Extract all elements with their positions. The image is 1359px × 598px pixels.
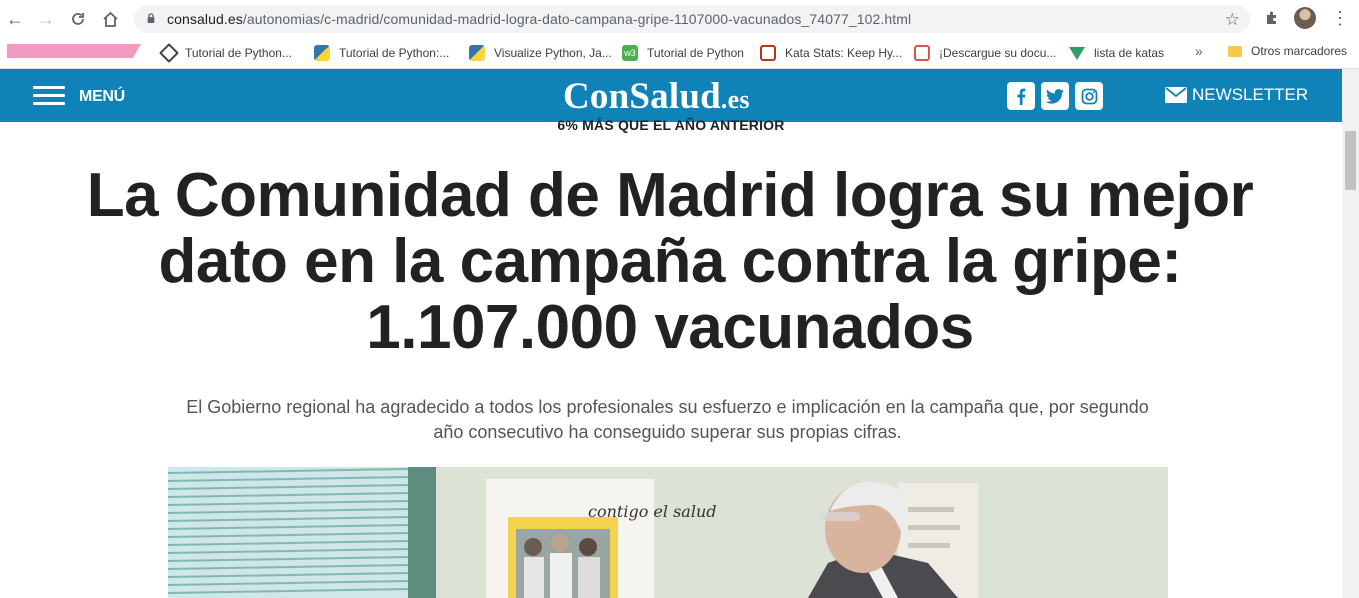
menu-button[interactable]: MENÚ (79, 88, 125, 106)
url-host: consalud.es (167, 11, 243, 27)
bookmark-item[interactable]: lista de katas (1069, 44, 1164, 62)
article-subtitle: El Gobierno regional ha agradecido a tod… (186, 397, 1149, 442)
bookmark-label: Tutorial de Python (647, 46, 744, 60)
python-icon (314, 45, 330, 61)
more-bookmarks-chevron[interactable]: » (1195, 43, 1203, 59)
forward-icon[interactable]: → (35, 8, 57, 30)
site-header: MENÚ ConSalud.es NEWSLETTER (0, 69, 1342, 122)
codewars-icon (760, 45, 776, 61)
scrollbar-thumb[interactable] (1345, 131, 1356, 190)
address-bar[interactable]: consalud.es/autonomias/c-madrid/comunida… (134, 5, 1250, 33)
bookmarks-bar: Tutorial de Python... Tutorial de Python… (0, 38, 1359, 69)
bookmark-item[interactable]: Visualize Python, Ja... (469, 44, 612, 62)
envelope-icon (1165, 87, 1187, 103)
profile-avatar[interactable] (1294, 7, 1316, 29)
bookmark-item[interactable]: Kata Stats: Keep Hy... (760, 44, 902, 62)
instagram-icon[interactable] (1075, 82, 1103, 110)
other-bookmarks-label: Otros marcadores (1251, 44, 1348, 58)
bookmark-star-icon[interactable]: ☆ (1225, 10, 1240, 30)
python-icon (469, 45, 485, 61)
folder-icon (1228, 45, 1242, 57)
reload-icon[interactable] (67, 8, 89, 30)
logo-suffix: .es (720, 85, 750, 114)
extensions-puzzle-icon[interactable] (1264, 10, 1280, 26)
bookmark-label: Visualize Python, Ja... (494, 46, 612, 60)
logo-main: ConSalud (563, 76, 721, 117)
browser-menu-icon[interactable]: ⋮ (1331, 8, 1349, 28)
pdf-icon (914, 45, 930, 61)
back-icon[interactable]: ← (4, 8, 26, 30)
facebook-icon[interactable] (1007, 82, 1035, 110)
lock-icon (147, 13, 155, 23)
article-kicker: 6% MÁS QUE EL AÑO ANTERIOR (557, 117, 785, 133)
newsletter-button[interactable]: NEWSLETTER (1165, 85, 1308, 105)
bookmark-pink-tab[interactable] (7, 44, 141, 58)
article-hero-image: contigo el salud (168, 467, 1168, 598)
other-bookmarks[interactable]: Otros marcadores (1228, 44, 1347, 58)
article-headline: La Comunidad de Madrid logra su mejor da… (86, 161, 1254, 362)
vue-icon (1069, 46, 1085, 60)
newsletter-label: NEWSLETTER (1192, 85, 1309, 104)
bookmark-item[interactable]: Tutorial de Python... (159, 43, 292, 63)
bookmark-label: lista de katas (1094, 46, 1165, 60)
bookmark-label: Tutorial de Python... (185, 46, 292, 60)
url-path: /autonomias/c-madrid/comunidad-madrid-lo… (242, 11, 912, 27)
w3schools-icon: w3 (622, 45, 638, 61)
consalud-logo[interactable]: ConSalud.es (563, 75, 750, 118)
poster-text: contigo el salud (588, 502, 717, 521)
home-icon[interactable] (99, 8, 121, 30)
twitter-icon[interactable] (1041, 82, 1069, 110)
bookmark-item[interactable]: w3 Tutorial de Python (622, 44, 744, 62)
url-text: consalud.es/autonomias/c-madrid/comunida… (167, 11, 911, 27)
python-tutorial-icon (159, 43, 179, 63)
bookmark-label: Tutorial de Python:... (339, 46, 450, 60)
hamburger-menu-icon[interactable] (33, 86, 65, 106)
bookmark-label: Kata Stats: Keep Hy... (785, 46, 903, 60)
bookmark-label: ¡Descargue su docu... (939, 46, 1057, 60)
browser-toolbar: ← → consalud.es/autonomias/c-madrid/comu… (0, 0, 1359, 39)
bookmark-item[interactable]: ¡Descargue su docu... (914, 44, 1056, 62)
bookmark-item[interactable]: Tutorial de Python:... (314, 44, 449, 62)
